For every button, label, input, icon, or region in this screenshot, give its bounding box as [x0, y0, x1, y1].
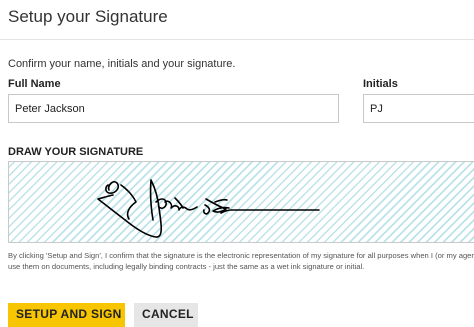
- full-name-input[interactable]: [8, 94, 339, 123]
- full-name-label: Full Name: [8, 78, 61, 90]
- dialog-title: Setup your Signature: [8, 7, 168, 26]
- cancel-button[interactable]: CANCEL: [134, 303, 198, 327]
- initials-input[interactable]: [363, 94, 474, 123]
- dialog-header: Setup your Signature: [0, 0, 474, 40]
- signature-pad[interactable]: [8, 161, 474, 243]
- intro-text: Confirm your name, initials and your sig…: [8, 58, 236, 70]
- disclaimer-text: By clicking 'Setup and Sign', I confirm …: [8, 251, 474, 271]
- initials-label: Initials: [363, 78, 398, 90]
- signature-drawing: [97, 179, 320, 238]
- signature-label: DRAW YOUR SIGNATURE: [8, 146, 144, 158]
- setup-and-sign-button[interactable]: SETUP AND SIGN: [8, 303, 125, 327]
